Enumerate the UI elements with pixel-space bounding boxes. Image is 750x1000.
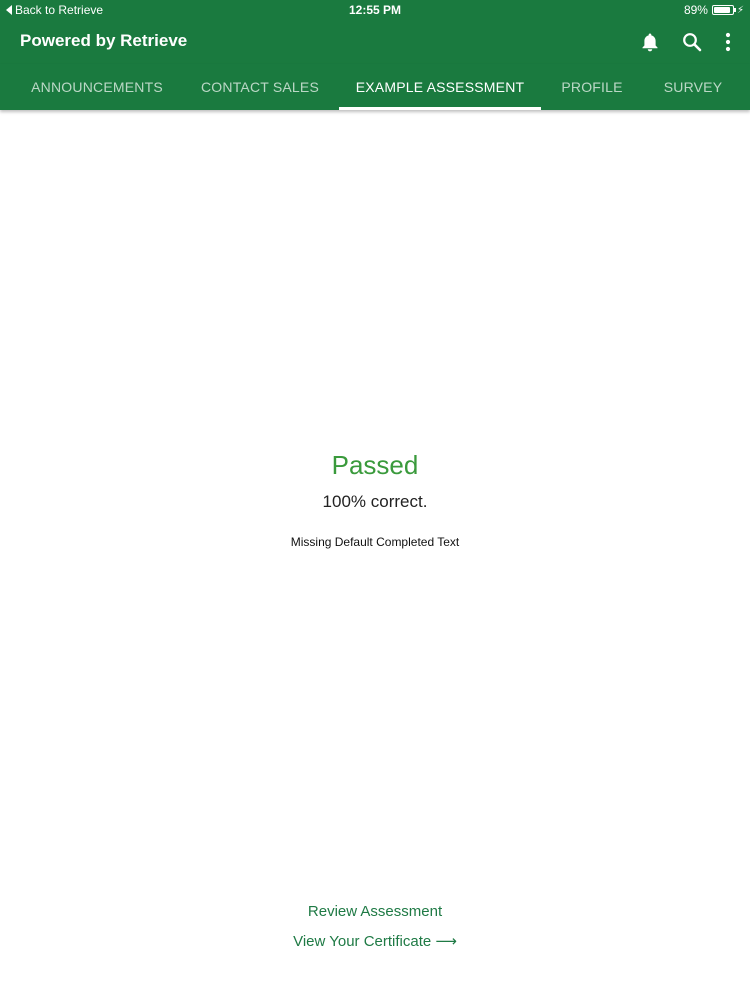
review-assessment-row: Review Assessment [0,903,750,920]
status-time: 12:55 PM [348,3,402,17]
battery-percent: 89% [683,3,708,17]
battery-fill [713,7,730,13]
tab-example-assessment[interactable]: EXAMPLE ASSESSMENT [339,64,541,110]
tab-announcements[interactable]: ANNOUNCEMENTS [14,64,180,110]
charging-bolt-icon: ⚡ [736,4,744,16]
result-score: 100% correct. [322,492,428,511]
more-vert-icon [725,32,731,52]
battery-icon [711,5,736,15]
view-certificate-link[interactable]: View Your Certificate ⟶ [293,933,457,950]
screen: Back to Retrieve 12:55 PM 89% ⚡ Powered … [0,0,750,1000]
status-bar: Back to Retrieve 12:55 PM 89% ⚡ [0,0,750,20]
tab-bar: ANNOUNCEMENTS CONTACT SALES EXAMPLE ASSE… [0,64,750,110]
more-options-button[interactable] [720,29,736,55]
app-title: Powered by Retrieve [20,31,188,50]
bell-icon [642,33,658,52]
review-assessment-link[interactable]: Review Assessment [308,903,442,920]
status-right: 89% ⚡ [684,3,744,17]
result-status: Passed [331,450,419,480]
view-certificate-row: View Your Certificate ⟶ [0,932,750,950]
completed-text: Missing Default Completed Text [290,535,460,549]
app-actions [622,29,736,55]
tab-profile[interactable]: PROFILE [547,64,637,110]
app-bar: Powered by Retrieve [0,20,750,64]
tab-contact-sales[interactable]: CONTACT SALES [186,64,334,110]
notifications-button[interactable] [636,29,664,55]
search-button[interactable] [678,29,706,55]
search-icon [683,33,702,52]
tab-survey[interactable]: SURVEY [645,64,741,110]
